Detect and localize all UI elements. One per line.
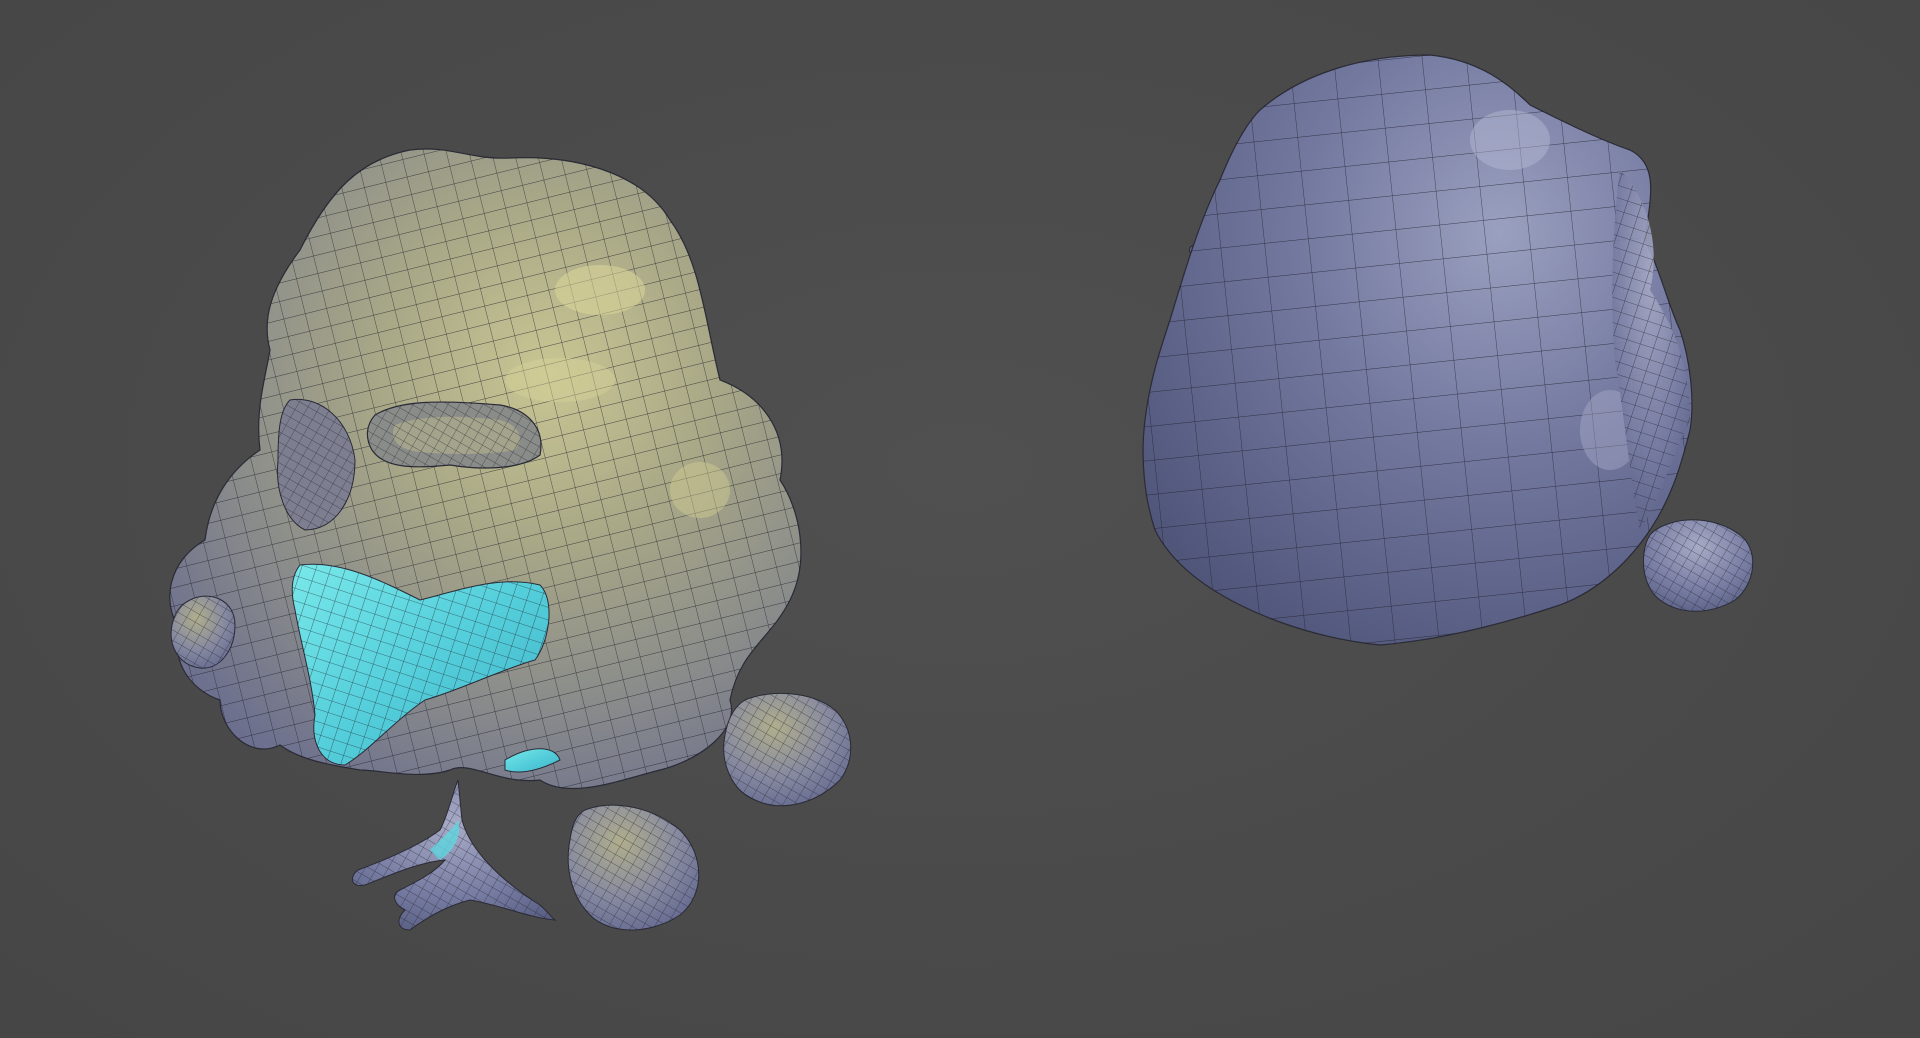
- highlight-top: [555, 265, 645, 315]
- highlight-cheek: [670, 462, 730, 518]
- bone-pile[interactable]: [351, 779, 557, 931]
- dome-highlight: [1470, 110, 1550, 170]
- skull-rock-mesh[interactable]: [169, 148, 852, 931]
- small-boulder-wire: [1643, 519, 1753, 612]
- rock-back-mesh[interactable]: [1142, 54, 1754, 646]
- main-dome-wire: [1143, 55, 1692, 645]
- eye-socket-wire: [367, 402, 541, 468]
- viewport-scene: [169, 54, 1754, 931]
- boulder-front-wire: [568, 805, 699, 930]
- highlight-brow: [505, 358, 615, 402]
- bone-pile-wire: [352, 780, 555, 930]
- 3d-viewport[interactable]: [0, 0, 1920, 1038]
- boulder-right-wire: [723, 693, 851, 806]
